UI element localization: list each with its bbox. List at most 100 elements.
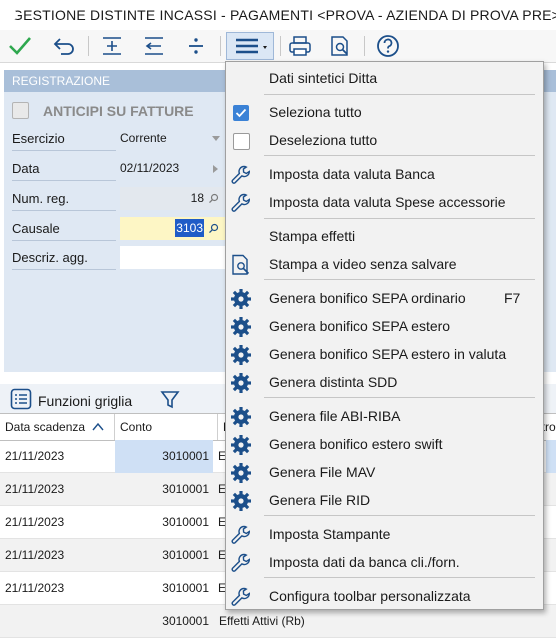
toolbar <box>0 30 556 63</box>
menu-item-bonifico-swift[interactable]: Genera bonifico estero swift <box>226 430 543 458</box>
actions-menu-button[interactable] <box>226 32 274 60</box>
menu-item-deseleziona-tutto[interactable]: Deseleziona tutto <box>226 126 543 154</box>
menu-item-file-rid[interactable]: Genera File RID <box>226 486 543 514</box>
print-preview-button[interactable] <box>324 32 356 60</box>
print-button[interactable] <box>284 32 316 60</box>
gear-icon <box>230 434 252 456</box>
menu-item-sepa-ordinario[interactable]: Genera bonifico SEPA ordinario F7 <box>226 284 543 312</box>
cell-date: 21/11/2023 <box>5 581 65 595</box>
dropdown-arrow-icon <box>212 136 220 141</box>
anticipi-checkbox[interactable] <box>12 102 29 119</box>
cell-conto: 3010001 <box>162 515 209 529</box>
menu-separator <box>264 279 535 280</box>
printer-icon <box>289 36 311 56</box>
sort-ascending-icon <box>92 422 104 431</box>
add-row-button[interactable] <box>96 32 128 60</box>
cell-date: 21/11/2023 <box>5 548 65 562</box>
menu-item-file-mav[interactable]: Genera File MAV <box>226 458 543 486</box>
hamburger-menu-icon <box>236 38 267 54</box>
title-bar: GESTIONE DISTINTE INCASSI - PAGAMENTI <P… <box>0 0 556 30</box>
delete-row-button[interactable] <box>180 32 212 60</box>
menu-item-stampa-video[interactable]: Stampa a video senza salvare <box>226 250 543 278</box>
actions-dropdown-menu: Dati sintetici Ditta Seleziona tutto Des… <box>225 61 544 610</box>
cell-conto: 3010001 <box>162 548 209 562</box>
esercizio-select[interactable]: Corrente <box>120 127 230 150</box>
descriz-field[interactable] <box>120 246 230 269</box>
menu-item-data-valuta-spese[interactable]: Imposta data valuta Spese accessorie <box>226 188 543 216</box>
toolbar-separator <box>364 36 365 56</box>
menu-item-stampa-effetti[interactable]: Stampa effetti <box>226 222 543 250</box>
gear-icon <box>230 406 252 428</box>
menu-item-imposta-stampante[interactable]: Imposta Stampante <box>226 520 543 548</box>
insert-row-button[interactable] <box>138 32 170 60</box>
undo-button[interactable] <box>48 32 80 60</box>
filter-icon[interactable] <box>160 390 180 410</box>
descriz-label: Descriz. agg. <box>12 250 116 270</box>
menu-separator <box>264 397 535 398</box>
cell-date: 21/11/2023 <box>5 482 65 496</box>
gear-icon <box>230 490 252 512</box>
insert-row-icon <box>145 37 163 55</box>
shortcut-label: F7 <box>504 290 521 306</box>
gear-icon <box>230 462 252 484</box>
gear-icon <box>230 344 252 366</box>
wrench-icon <box>230 192 252 214</box>
wrench-icon <box>230 164 252 186</box>
menu-separator <box>264 94 535 95</box>
confirm-button[interactable] <box>4 32 36 60</box>
search-icon[interactable] <box>208 223 219 234</box>
divide-icon <box>189 38 203 54</box>
toolbar-separator <box>88 36 89 56</box>
data-label: Data <box>12 161 116 181</box>
help-button[interactable] <box>372 32 404 60</box>
menu-item-data-valuta-banca[interactable]: Imposta data valuta Banca <box>226 160 543 188</box>
column-header-data-scadenza[interactable]: Data scadenza <box>0 414 115 440</box>
help-icon <box>377 35 399 57</box>
causale-field[interactable]: 3103 <box>120 217 230 240</box>
cell-selected-edge <box>546 440 556 473</box>
search-icon[interactable] <box>208 193 219 204</box>
menu-item-seleziona-tutto[interactable]: Seleziona tutto <box>226 98 543 126</box>
menu-separator <box>264 577 535 578</box>
menu-item-dati-banca[interactable]: Imposta dati da banca cli./forn. <box>226 548 543 576</box>
menu-item-configura-toolbar[interactable]: Configura toolbar personalizzata <box>226 582 543 610</box>
menu-item-sepa-estero-valuta[interactable]: Genera bonifico SEPA estero in valuta <box>226 340 543 368</box>
menu-separator <box>264 155 535 156</box>
menu-item-dati-sintetici[interactable]: Dati sintetici Ditta <box>226 64 543 92</box>
window-title: GESTIONE DISTINTE INCASSI - PAGAMENTI <P… <box>12 7 556 23</box>
numreg-field[interactable]: 18 <box>120 187 230 210</box>
print-preview-icon <box>230 254 252 276</box>
wrench-icon <box>230 552 252 574</box>
chevron-right-icon <box>213 165 218 173</box>
column-header-conto[interactable]: Conto <box>115 414 218 440</box>
checkbox-empty-icon <box>230 130 252 152</box>
gear-icon <box>230 288 252 310</box>
numreg-label: Num. reg. <box>12 191 116 211</box>
cell-date: 21/11/2023 <box>5 515 65 529</box>
menu-separator <box>264 515 535 516</box>
esercizio-label: Esercizio <box>12 131 116 151</box>
wrench-icon <box>230 586 252 608</box>
menu-item-distinta-sdd[interactable]: Genera distinta SDD <box>226 368 543 396</box>
grid-functions-label[interactable]: Funzioni griglia <box>38 393 132 409</box>
cell-conto: 3010001 <box>162 581 209 595</box>
toolbar-separator <box>220 36 221 56</box>
menu-item-abi-riba[interactable]: Genera file ABI-RIBA <box>226 402 543 430</box>
toolbar-separator <box>280 36 281 56</box>
gear-icon <box>230 316 252 338</box>
print-preview-icon <box>331 36 348 56</box>
gear-icon <box>230 372 252 394</box>
cell-date: 21/11/2023 <box>5 449 65 463</box>
cell-conto: 3010001 <box>115 440 213 473</box>
data-field[interactable]: 02/11/2023 <box>120 157 230 180</box>
add-row-icon <box>103 37 121 55</box>
menu-item-sepa-estero[interactable]: Genera bonifico SEPA estero <box>226 312 543 340</box>
undo-icon <box>53 38 74 55</box>
cell-conto: 3010001 <box>162 482 209 496</box>
anticipi-checkbox-row: ANTICIPI SU FATTURE <box>12 102 194 119</box>
checkbox-checked-icon <box>230 102 252 124</box>
checkmark-icon <box>9 37 31 55</box>
menu-separator <box>264 218 535 219</box>
anticipi-label: ANTICIPI SU FATTURE <box>43 102 194 119</box>
list-icon[interactable] <box>10 388 32 410</box>
